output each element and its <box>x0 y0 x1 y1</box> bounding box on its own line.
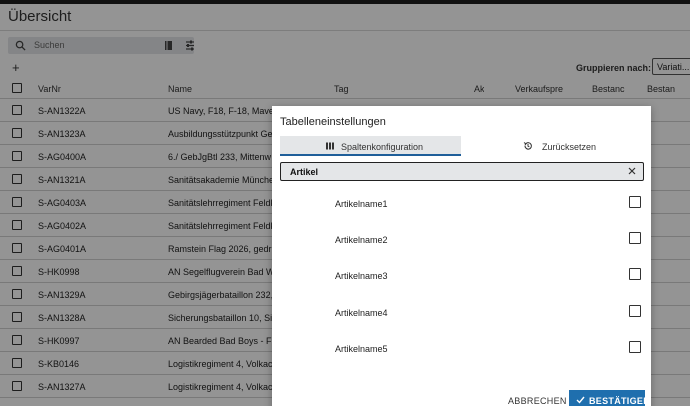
column-option-1[interactable]: Artikelname1 <box>272 186 651 222</box>
column-option-3[interactable]: Artikelname3 <box>272 258 651 294</box>
tab-column-configuration-label: Spaltenkonfiguration <box>341 142 424 152</box>
columns-icon <box>326 142 334 150</box>
check-icon <box>576 396 585 404</box>
column-option-checkbox[interactable] <box>629 305 641 317</box>
table-settings-dialog: Tabelleneinstellungen Spaltenkonfigurati… <box>272 106 651 406</box>
tab-reset-label: Zurücksetzen <box>542 142 597 152</box>
dialog-title: Tabelleneinstellungen <box>280 116 386 128</box>
column-option-label: Artikelname4 <box>335 308 388 318</box>
column-option-checkbox[interactable] <box>629 232 641 244</box>
history-icon <box>523 142 532 150</box>
column-option-2[interactable]: Artikelname2 <box>272 222 651 258</box>
column-option-4[interactable]: Artikelname4 <box>272 295 651 331</box>
column-option-checkbox[interactable] <box>629 196 641 208</box>
column-option-label: Artikelname3 <box>335 271 388 281</box>
column-option-checkbox[interactable] <box>629 268 641 280</box>
tab-column-configuration[interactable]: Spaltenkonfiguration <box>280 136 461 156</box>
column-option-label: Artikelname2 <box>335 235 388 245</box>
confirm-button-label: BESTÄTIGEN <box>589 396 651 406</box>
close-icon[interactable] <box>628 167 636 175</box>
column-option-5[interactable]: Artikelname5 <box>272 331 651 367</box>
cancel-button[interactable]: ABBRECHEN <box>508 396 567 406</box>
confirm-button[interactable]: BESTÄTIGEN <box>569 390 650 406</box>
column-option-label: Artikelname1 <box>335 199 388 209</box>
column-filter-value: Artikel <box>290 167 319 177</box>
column-filter-input[interactable]: Artikel <box>280 162 644 181</box>
tab-reset[interactable]: Zurücksetzen <box>461 136 642 156</box>
column-option-label: Artikelname5 <box>335 344 388 354</box>
column-option-checkbox[interactable] <box>629 341 641 353</box>
